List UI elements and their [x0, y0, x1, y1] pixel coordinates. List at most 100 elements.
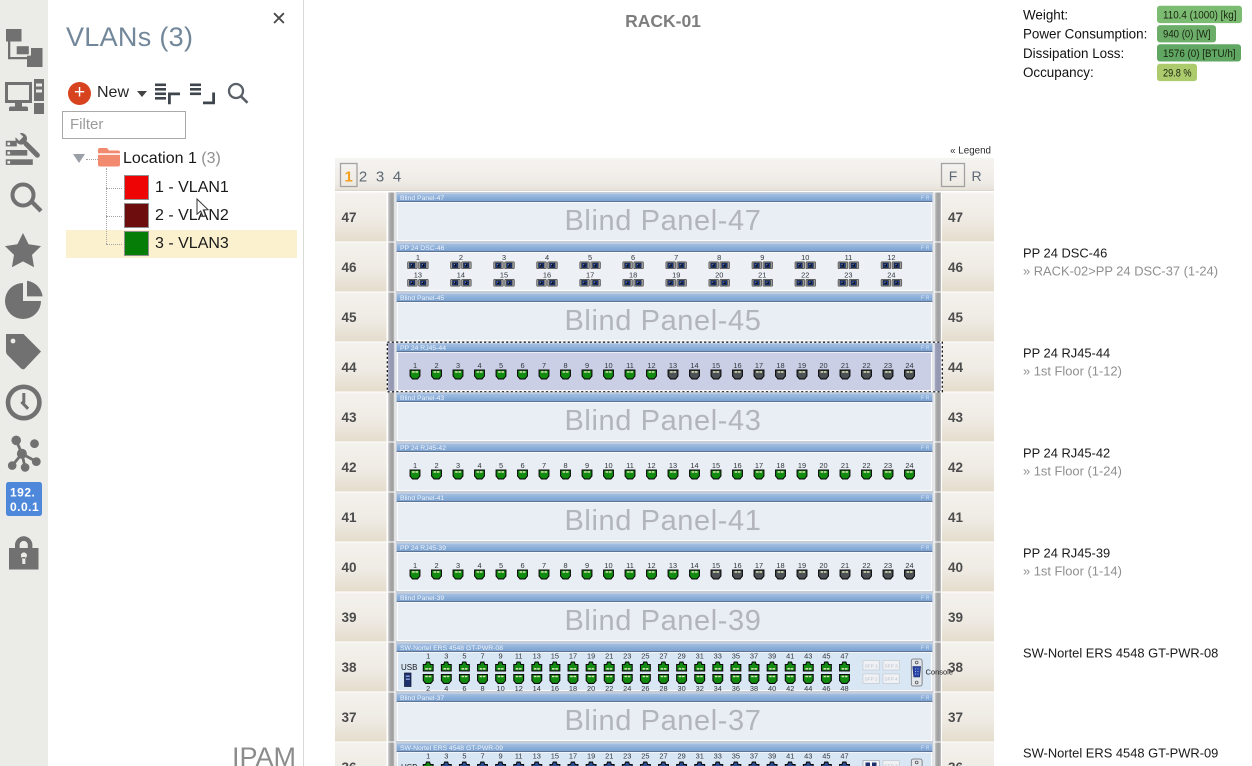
svg-text:3: 3: [456, 461, 460, 470]
svg-text:19: 19: [587, 752, 595, 761]
svg-text:24: 24: [905, 361, 913, 370]
svg-text:37: 37: [948, 710, 963, 725]
svg-text:6: 6: [520, 461, 524, 470]
svg-text:SW-Nortel ERS 4548 GT-PWR-09: SW-Nortel ERS 4548 GT-PWR-09: [400, 745, 503, 752]
svg-text:21: 21: [758, 271, 766, 280]
svg-text:40: 40: [948, 560, 963, 575]
svg-text:12: 12: [515, 684, 523, 693]
svg-text:17: 17: [569, 652, 577, 661]
svg-text:10: 10: [801, 253, 809, 262]
svg-text:45: 45: [822, 752, 830, 761]
svg-text:15: 15: [500, 271, 508, 280]
svg-text:20: 20: [819, 461, 827, 470]
svg-text:21: 21: [841, 561, 849, 570]
svg-text:9: 9: [585, 461, 589, 470]
svg-text:5: 5: [462, 652, 466, 661]
svg-text:39: 39: [768, 752, 776, 761]
svg-text:10: 10: [604, 461, 612, 470]
svg-text:11: 11: [626, 361, 634, 370]
svg-text:23: 23: [623, 652, 631, 661]
svg-text:33: 33: [714, 652, 722, 661]
svg-text:15: 15: [551, 652, 559, 661]
svg-text:22: 22: [801, 271, 809, 280]
svg-text:F R: F R: [921, 196, 930, 202]
svg-text:38: 38: [750, 684, 758, 693]
svg-text:11: 11: [515, 752, 523, 761]
svg-text:7: 7: [480, 752, 484, 761]
svg-text:SFP 3: SFP 3: [884, 663, 898, 669]
svg-text:42: 42: [342, 460, 357, 475]
svg-text:16: 16: [551, 684, 559, 693]
svg-text:47: 47: [948, 210, 963, 225]
svg-text:3: 3: [456, 361, 460, 370]
svg-text:13: 13: [669, 461, 677, 470]
svg-text:Power Consumption:: Power Consumption:: [1023, 27, 1147, 42]
svg-text:R: R: [971, 168, 981, 184]
svg-text:46: 46: [822, 684, 830, 693]
svg-text:2: 2: [434, 461, 438, 470]
svg-text:12: 12: [887, 253, 895, 262]
svg-text:8: 8: [563, 561, 567, 570]
svg-text:20: 20: [587, 684, 595, 693]
svg-text:F R: F R: [921, 496, 930, 502]
svg-text:43: 43: [342, 410, 358, 425]
svg-text:37: 37: [342, 710, 357, 725]
svg-text:F R: F R: [921, 596, 930, 602]
svg-text:28: 28: [659, 684, 667, 693]
svg-text:Blind Panel-45: Blind Panel-45: [564, 305, 761, 337]
svg-text:21: 21: [605, 752, 613, 761]
svg-text:Blind Panel-41: Blind Panel-41: [400, 495, 444, 502]
svg-text:43: 43: [948, 410, 964, 425]
svg-text:6: 6: [520, 561, 524, 570]
svg-text:PP 24 DSC-46: PP 24 DSC-46: [1023, 246, 1107, 261]
svg-text:29: 29: [677, 752, 685, 761]
svg-text:18: 18: [569, 684, 577, 693]
svg-text:23: 23: [844, 271, 852, 280]
svg-text:0.0.1: 0.0.1: [10, 500, 39, 514]
svg-text:18: 18: [629, 271, 637, 280]
svg-text:10: 10: [604, 361, 612, 370]
svg-text:1: 1: [413, 461, 417, 470]
svg-text:F R: F R: [921, 646, 930, 652]
svg-text:14: 14: [690, 461, 698, 470]
svg-text:10: 10: [604, 561, 612, 570]
svg-text:45: 45: [342, 310, 358, 325]
svg-text:F R: F R: [921, 746, 930, 752]
svg-text:23: 23: [884, 461, 892, 470]
svg-text:29: 29: [677, 652, 685, 661]
svg-text:11: 11: [626, 561, 634, 570]
svg-text:18: 18: [776, 561, 784, 570]
svg-text:13: 13: [669, 561, 677, 570]
svg-text:15: 15: [712, 561, 720, 570]
svg-text:15: 15: [712, 461, 720, 470]
svg-text:17: 17: [755, 561, 763, 570]
svg-text:16: 16: [543, 271, 551, 280]
svg-text:19: 19: [587, 652, 595, 661]
svg-text:46: 46: [342, 260, 358, 275]
svg-text:SFP 2: SFP 2: [864, 677, 878, 683]
svg-text:23: 23: [884, 361, 892, 370]
svg-text:» 1st Floor (1-24): » 1st Floor (1-24): [1023, 464, 1122, 479]
svg-text:8: 8: [563, 461, 567, 470]
svg-text:3: 3: [376, 169, 384, 186]
svg-text:Blind Panel-43: Blind Panel-43: [564, 405, 761, 437]
svg-text:1: 1: [426, 752, 430, 761]
svg-text:1: 1: [345, 169, 353, 186]
svg-text:SW-Nortel ERS 4548 GT-PWR-08: SW-Nortel ERS 4548 GT-PWR-08: [400, 645, 503, 652]
svg-text:11: 11: [845, 253, 853, 262]
svg-text:22: 22: [862, 461, 870, 470]
svg-text:Dissipation Loss:: Dissipation Loss:: [1023, 46, 1124, 61]
svg-text:17: 17: [755, 461, 763, 470]
svg-text:2: 2: [434, 561, 438, 570]
svg-text:19: 19: [672, 271, 680, 280]
svg-text:46: 46: [948, 260, 964, 275]
svg-text:37: 37: [750, 652, 758, 661]
svg-text:13: 13: [414, 271, 422, 280]
svg-text:15: 15: [712, 361, 720, 370]
svg-text:F R: F R: [921, 446, 930, 452]
svg-text:25: 25: [641, 752, 649, 761]
svg-text:35: 35: [732, 752, 740, 761]
svg-text:F R: F R: [921, 346, 930, 352]
svg-text:41: 41: [948, 510, 964, 525]
svg-text:4: 4: [477, 461, 481, 470]
